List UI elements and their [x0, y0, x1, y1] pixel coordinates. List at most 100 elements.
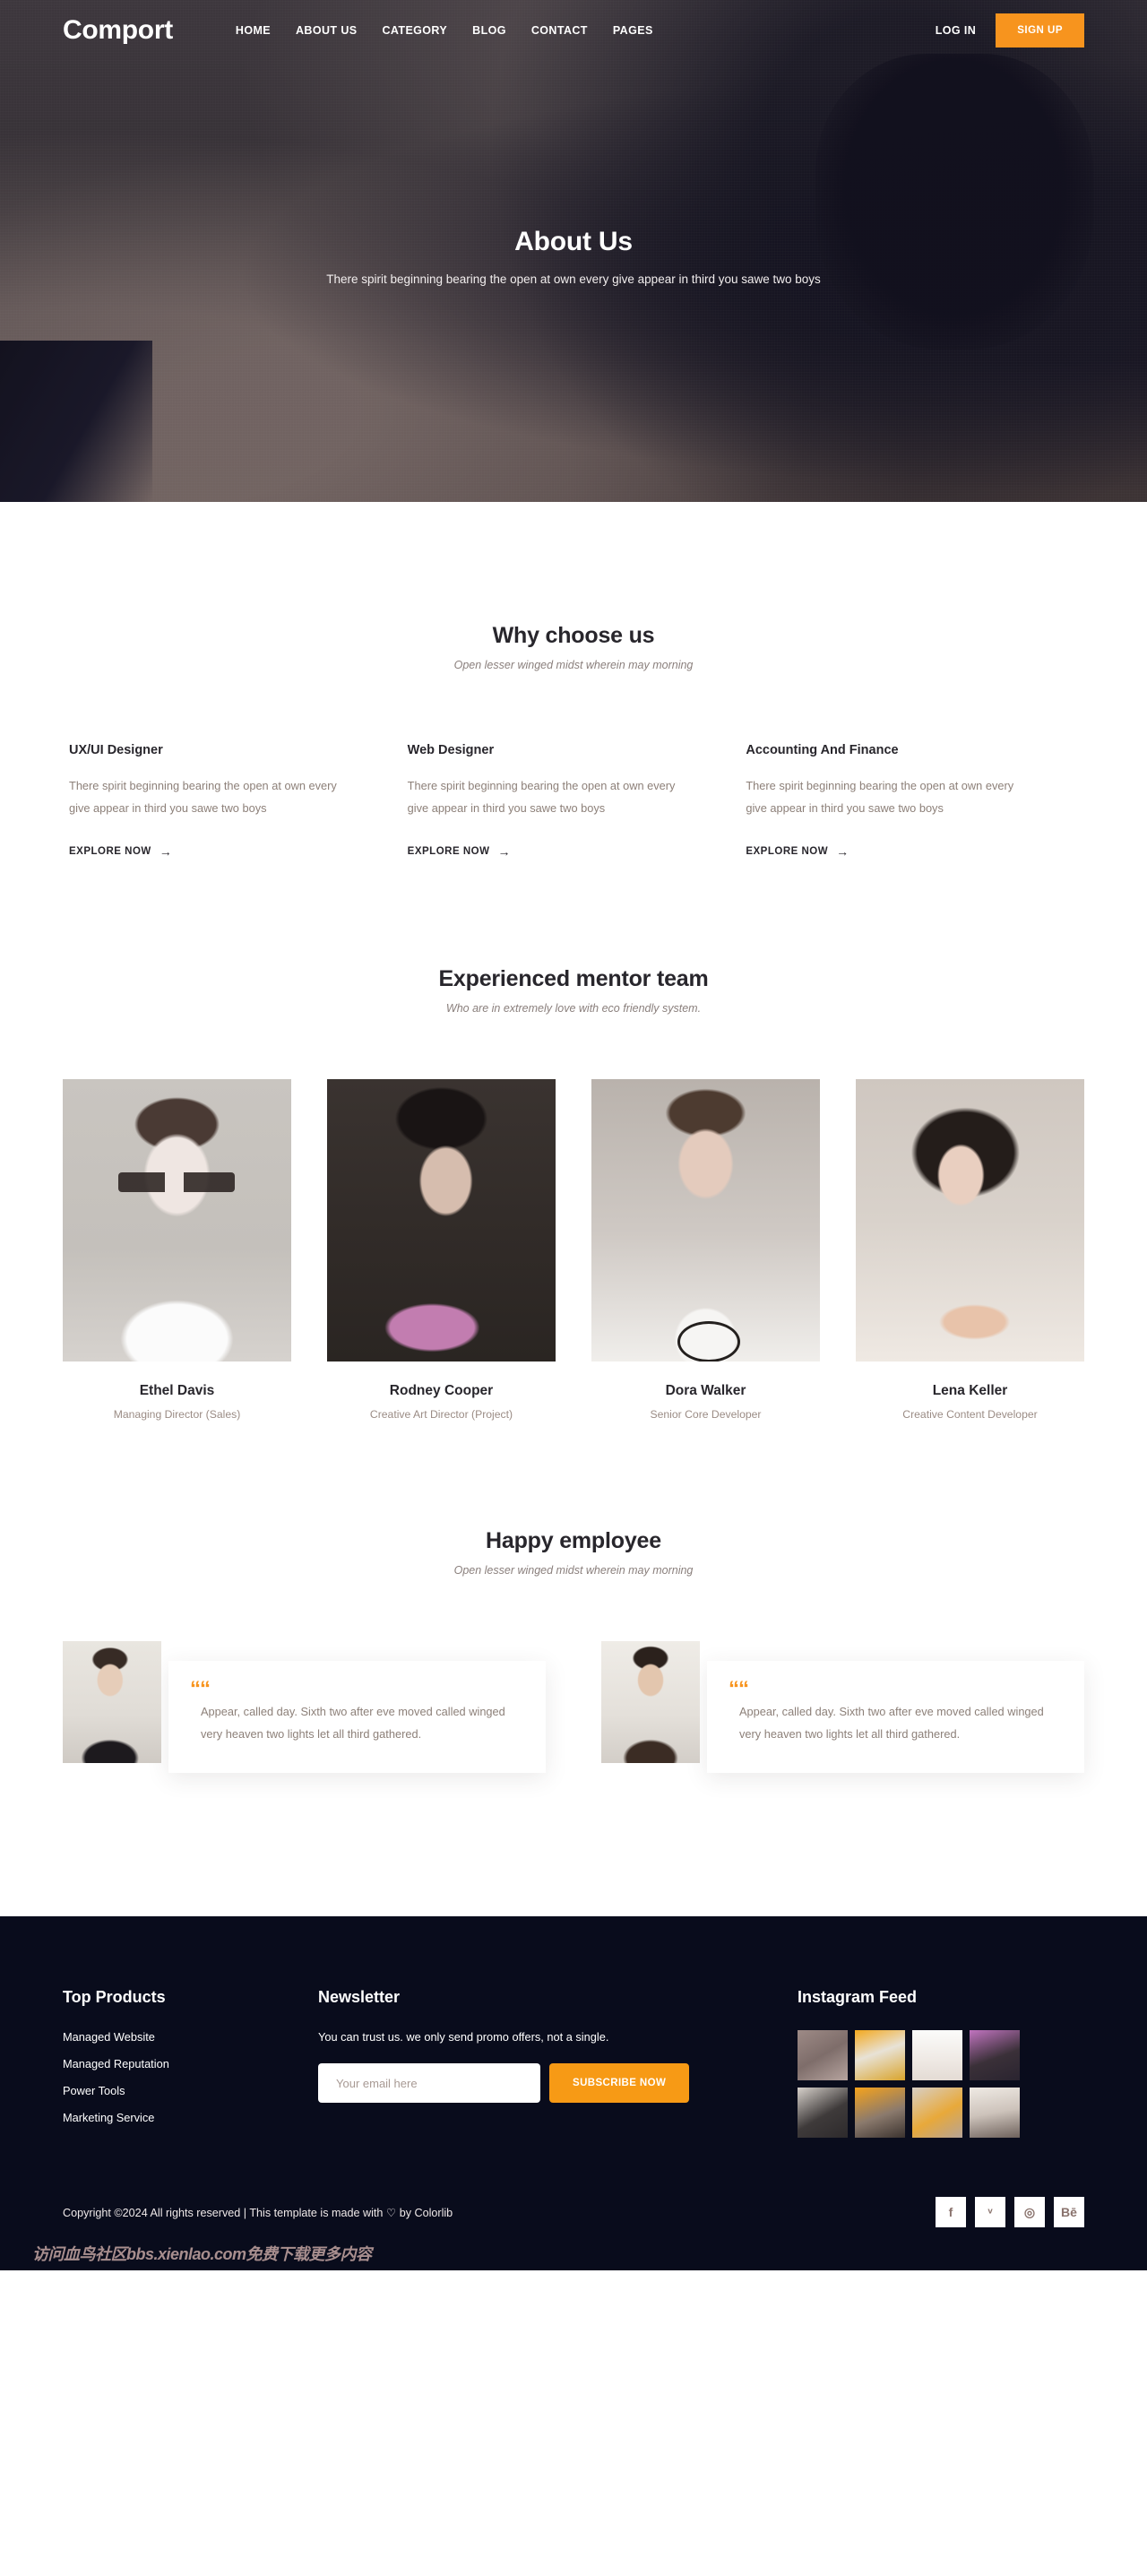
why-section-title: Why choose us: [492, 623, 655, 648]
arrow-right-icon: →: [836, 843, 849, 859]
explore-now-label: EXPLORE NOW: [69, 845, 151, 857]
nav-item-about-us[interactable]: ABOUT US: [296, 24, 357, 37]
nav-item-blog[interactable]: BLOG: [472, 24, 506, 37]
team-photo-lena-keller: [856, 1078, 1084, 1361]
instagram-thumb-5[interactable]: [798, 2088, 848, 2138]
team-photo-ethel-davis: [63, 1078, 291, 1361]
arrow-right-icon: →: [159, 843, 173, 859]
testimonials-title: Happy employee: [486, 1527, 661, 1553]
testimonial-card: ““ Appear, called day. Sixth two after e…: [168, 1660, 546, 1773]
newsletter-email-input[interactable]: [318, 2063, 540, 2103]
instagram-thumb-3[interactable]: [912, 2030, 962, 2080]
login-link[interactable]: LOG IN: [936, 24, 976, 37]
mentor-team-section: Experienced mentor team Who are in extre…: [0, 859, 1147, 1421]
newsletter-form: SUBSCRIBE NOW: [318, 2063, 739, 2103]
footer-instagram-title: Instagram Feed: [798, 1988, 918, 2006]
testimonial-item: ““ Appear, called day. Sixth two after e…: [601, 1640, 1084, 1773]
why-card-title: UX/UI Designer: [69, 743, 163, 757]
testimonial-item: ““ Appear, called day. Sixth two after e…: [63, 1640, 546, 1773]
footer-link-power-tools[interactable]: Power Tools: [63, 2084, 318, 2097]
explore-now-link-ux-ui[interactable]: EXPLORE NOW →: [69, 845, 172, 858]
testimonials-grid: ““ Appear, called day. Sixth two after e…: [63, 1640, 1084, 1773]
footer-link-managed-website[interactable]: Managed Website: [63, 2030, 318, 2044]
why-card-text: There spirit beginning bearing the open …: [746, 779, 1014, 815]
why-card-ux-ui-designer: UX/UI Designer There spirit beginning be…: [69, 743, 408, 859]
quote-icon: ““: [190, 1676, 211, 1701]
watermark-text: 访问血鸟社区bbs.xienlao.com免费下载更多内容: [32, 2245, 372, 2263]
team-member-role: Senior Core Developer: [650, 1407, 762, 1421]
testimonials-header: Happy employee Open lesser winged midst …: [0, 1528, 1147, 1577]
arrow-right-icon: →: [497, 843, 511, 859]
footer-newsletter-title: Newsletter: [318, 1988, 401, 2006]
why-columns: UX/UI Designer There spirit beginning be…: [63, 743, 1084, 859]
why-card-text: There spirit beginning bearing the open …: [69, 779, 337, 815]
quote-icon: ““: [729, 1676, 749, 1701]
testimonial-text: Appear, called day. Sixth two after eve …: [201, 1705, 505, 1742]
why-section-subtitle: Open lesser winged midst wherein may mor…: [453, 659, 694, 671]
instagram-thumb-8[interactable]: [970, 2088, 1020, 2138]
team-member-name: Lena Keller: [932, 1382, 1008, 1398]
team-member-role: Creative Art Director (Project): [369, 1407, 513, 1421]
hero-content: About Us There spirit beginning bearing …: [0, 227, 1147, 290]
instagram-thumb-4[interactable]: [970, 2030, 1020, 2080]
team-members-grid: Ethel Davis Managing Director (Sales) Ro…: [63, 1078, 1084, 1421]
team-member-name: Rodney Cooper: [389, 1382, 494, 1398]
why-card-text: There spirit beginning bearing the open …: [407, 779, 676, 815]
explore-now-label: EXPLORE NOW: [746, 845, 829, 857]
dribbble-icon[interactable]: ◎: [1014, 2197, 1045, 2227]
testimonials-subtitle: Open lesser winged midst wherein may mor…: [453, 1563, 694, 1577]
main-navigation: Comport HOME ABOUT US CATEGORY BLOG CONT…: [0, 0, 1147, 61]
nav-right-actions: LOG IN SIGN UP: [936, 13, 1084, 48]
footer-newsletter-text: You can trust us. we only send promo off…: [318, 2030, 609, 2044]
nav-item-contact[interactable]: CONTACT: [531, 24, 588, 37]
nav-item-pages[interactable]: PAGES: [613, 24, 653, 37]
team-section-subtitle: Who are in extremely love with eco frien…: [445, 1001, 702, 1015]
team-member-card[interactable]: Ethel Davis Managing Director (Sales): [63, 1078, 291, 1421]
footer-products-title: Top Products: [63, 1988, 166, 2006]
team-section-header: Experienced mentor team Who are in extre…: [0, 966, 1147, 1015]
team-member-card[interactable]: Dora Walker Senior Core Developer: [591, 1078, 820, 1421]
footer-link-marketing-service[interactable]: Marketing Service: [63, 2111, 318, 2124]
team-member-name: Dora Walker: [665, 1382, 746, 1398]
explore-now-link-web-designer[interactable]: EXPLORE NOW →: [408, 845, 511, 858]
nav-links: HOME ABOUT US CATEGORY BLOG CONTACT PAGE…: [236, 24, 653, 37]
testimonial-photo-1: [63, 1640, 161, 1763]
page-title: About Us: [514, 227, 633, 256]
site-footer: Top Products Managed Website Managed Rep…: [0, 1916, 1147, 2270]
team-member-name: Ethel Davis: [139, 1382, 215, 1398]
team-photo-rodney-cooper: [327, 1078, 556, 1361]
footer-link-managed-reputation[interactable]: Managed Reputation: [63, 2057, 318, 2070]
team-member-card[interactable]: Lena Keller Creative Content Developer: [856, 1078, 1084, 1421]
instagram-thumb-7[interactable]: [912, 2088, 962, 2138]
testimonial-card: ““ Appear, called day. Sixth two after e…: [707, 1660, 1084, 1773]
testimonials-section: Happy employee Open lesser winged midst …: [0, 1421, 1147, 1773]
instagram-thumb-1[interactable]: [798, 2030, 848, 2080]
nav-item-home[interactable]: HOME: [236, 24, 271, 37]
hero-section: Comport HOME ABOUT US CATEGORY BLOG CONT…: [0, 0, 1147, 502]
footer-bottom-bar: Copyright ©2024 All rights reserved | Th…: [63, 2197, 1084, 2247]
team-member-role: Managing Director (Sales): [113, 1407, 241, 1421]
testimonial-text: Appear, called day. Sixth two after eve …: [739, 1705, 1044, 1742]
testimonial-photo-2: [601, 1640, 700, 1763]
explore-now-link-accounting[interactable]: EXPLORE NOW →: [746, 845, 849, 858]
nav-item-category[interactable]: CATEGORY: [382, 24, 447, 37]
twitter-icon[interactable]: ᵛ: [975, 2197, 1005, 2227]
why-card-accounting-and-finance: Accounting And Finance There spirit begi…: [746, 743, 1084, 859]
subscribe-now-button[interactable]: SUBSCRIBE NOW: [549, 2063, 690, 2103]
facebook-icon[interactable]: f: [936, 2197, 966, 2227]
social-links: f ᵛ ◎ Bē: [936, 2197, 1084, 2227]
footer-columns: Top Products Managed Website Managed Rep…: [63, 1988, 1084, 2138]
instagram-thumb-2[interactable]: [855, 2030, 905, 2080]
team-member-card[interactable]: Rodney Cooper Creative Art Director (Pro…: [327, 1078, 556, 1421]
why-section-header: Why choose us Open lesser winged midst w…: [0, 623, 1147, 671]
team-section-title: Experienced mentor team: [438, 965, 709, 991]
why-card-title: Web Designer: [407, 743, 495, 757]
site-logo[interactable]: Comport: [63, 15, 173, 46]
behance-icon[interactable]: Bē: [1054, 2197, 1084, 2227]
team-photo-dora-walker: [591, 1078, 820, 1361]
signup-button[interactable]: SIGN UP: [996, 13, 1084, 48]
copyright-text: Copyright ©2024 All rights reserved | Th…: [63, 2206, 453, 2219]
instagram-thumb-6[interactable]: [855, 2088, 905, 2138]
explore-now-label: EXPLORE NOW: [407, 845, 490, 857]
instagram-grid: [798, 2030, 1084, 2138]
